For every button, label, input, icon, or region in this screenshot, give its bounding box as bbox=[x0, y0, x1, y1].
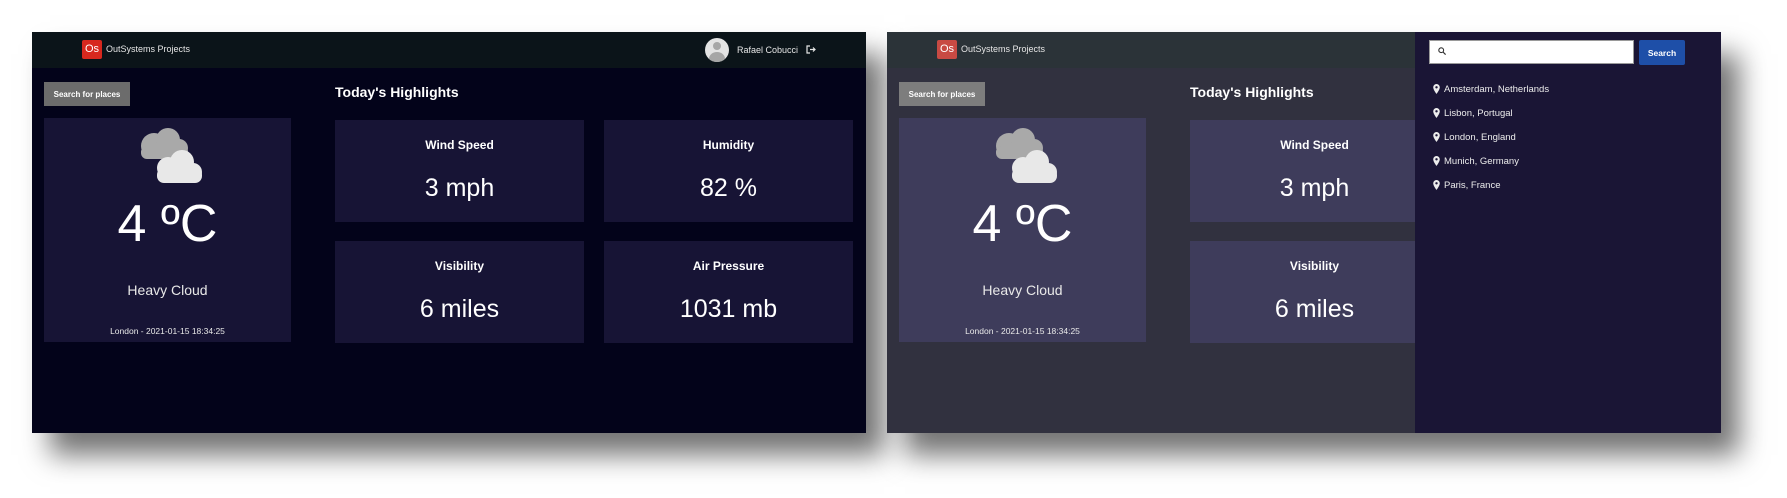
humidity-card: Humidity 82 % bbox=[604, 120, 853, 222]
app-title[interactable]: OutSystems Projects bbox=[106, 44, 190, 54]
map-pin-icon bbox=[1433, 84, 1440, 94]
top-navbar: Os OutSystems Projects Rafael Cobucci bbox=[32, 32, 866, 68]
place-item-amsterdam[interactable]: Amsterdam, Netherlands bbox=[1433, 84, 1549, 108]
place-label: Paris, France bbox=[1444, 180, 1501, 191]
air-pressure-card: Air Pressure 1031 mb bbox=[604, 241, 853, 343]
search-places-button[interactable]: Search for places bbox=[899, 82, 985, 106]
avatar[interactable] bbox=[704, 38, 729, 62]
temperature-value: 4 ºC bbox=[117, 195, 218, 253]
place-label: Amsterdam, Netherlands bbox=[1444, 84, 1550, 95]
highlight-label: Humidity bbox=[702, 138, 755, 152]
current-weather-card: 4 ºC Heavy Cloud London - 2021-01-15 18:… bbox=[44, 118, 291, 342]
place-item-paris[interactable]: Paris, France bbox=[1433, 180, 1549, 204]
map-pin-icon bbox=[1433, 132, 1440, 142]
place-item-london[interactable]: London, England bbox=[1433, 132, 1549, 156]
heavy-cloud-icon bbox=[141, 128, 202, 183]
place-item-munich[interactable]: Munich, Germany bbox=[1433, 156, 1549, 180]
wind-speed-card: Wind Speed 3 mph bbox=[335, 120, 584, 222]
highlight-value: 3 mph bbox=[424, 174, 495, 202]
map-pin-icon bbox=[1433, 180, 1440, 190]
highlight-value: 6 miles bbox=[1274, 295, 1355, 323]
map-pin-icon bbox=[1433, 108, 1440, 118]
highlight-value: 3 mph bbox=[1279, 174, 1350, 202]
visibility-card: Visibility 6 miles bbox=[1190, 241, 1439, 343]
place-label: London, England bbox=[1444, 132, 1516, 143]
weather-screen-search-open: Os OutSystems Projects Search for places… bbox=[887, 32, 1721, 433]
user-menu[interactable]: Rafael Cobucci bbox=[704, 38, 816, 62]
search-places-button[interactable]: Search for places bbox=[44, 82, 130, 106]
map-pin-icon bbox=[1433, 156, 1440, 166]
highlight-label: Visibility bbox=[1289, 259, 1340, 273]
wind-speed-card: Wind Speed 3 mph bbox=[1190, 120, 1439, 222]
app-title[interactable]: OutSystems Projects bbox=[961, 44, 1045, 54]
location-datetime: London - 2021-01-15 18:34:25 bbox=[965, 326, 1080, 336]
search-side-panel: Search Amsterdam, Netherlands Lisbon, Po… bbox=[1415, 32, 1721, 433]
highlight-value: 1031 mb bbox=[679, 295, 778, 323]
weather-screen-main: Os OutSystems Projects Rafael Cobucci Se… bbox=[32, 32, 866, 433]
highlight-label: Wind Speed bbox=[425, 138, 494, 152]
user-name: Rafael Cobucci bbox=[736, 45, 798, 55]
logout-icon[interactable] bbox=[806, 44, 816, 56]
highlight-label: Air Pressure bbox=[692, 259, 765, 273]
weather-condition: Heavy Cloud bbox=[982, 282, 1063, 298]
place-label: Munich, Germany bbox=[1444, 156, 1519, 167]
highlight-value: 82 % bbox=[700, 174, 757, 202]
visibility-card: Visibility 6 miles bbox=[335, 241, 584, 343]
place-item-lisbon[interactable]: Lisbon, Portugal bbox=[1433, 108, 1549, 132]
highlights-title: Today's Highlights bbox=[335, 84, 459, 100]
highlight-label: Visibility bbox=[434, 259, 485, 273]
search-input[interactable] bbox=[1452, 43, 1630, 61]
search-submit-button[interactable]: Search bbox=[1639, 40, 1685, 65]
search-icon bbox=[1438, 47, 1446, 55]
heavy-cloud-icon bbox=[996, 128, 1057, 183]
place-list: Amsterdam, Netherlands Lisbon, Portugal … bbox=[1433, 84, 1549, 204]
current-weather-card: 4 ºC Heavy Cloud London - 2021-01-15 18:… bbox=[899, 118, 1146, 342]
temperature-value: 4 ºC bbox=[972, 195, 1073, 253]
highlights-title: Today's Highlights bbox=[1190, 84, 1314, 100]
highlight-value: 6 miles bbox=[419, 295, 500, 323]
highlight-label: Wind Speed bbox=[1280, 138, 1349, 152]
search-input-wrapper[interactable] bbox=[1429, 40, 1634, 64]
location-datetime: London - 2021-01-15 18:34:25 bbox=[110, 326, 225, 336]
place-label: Lisbon, Portugal bbox=[1444, 108, 1513, 119]
weather-condition: Heavy Cloud bbox=[127, 282, 208, 298]
outsystems-logo[interactable]: Os bbox=[937, 40, 957, 59]
outsystems-logo[interactable]: Os bbox=[82, 40, 102, 59]
